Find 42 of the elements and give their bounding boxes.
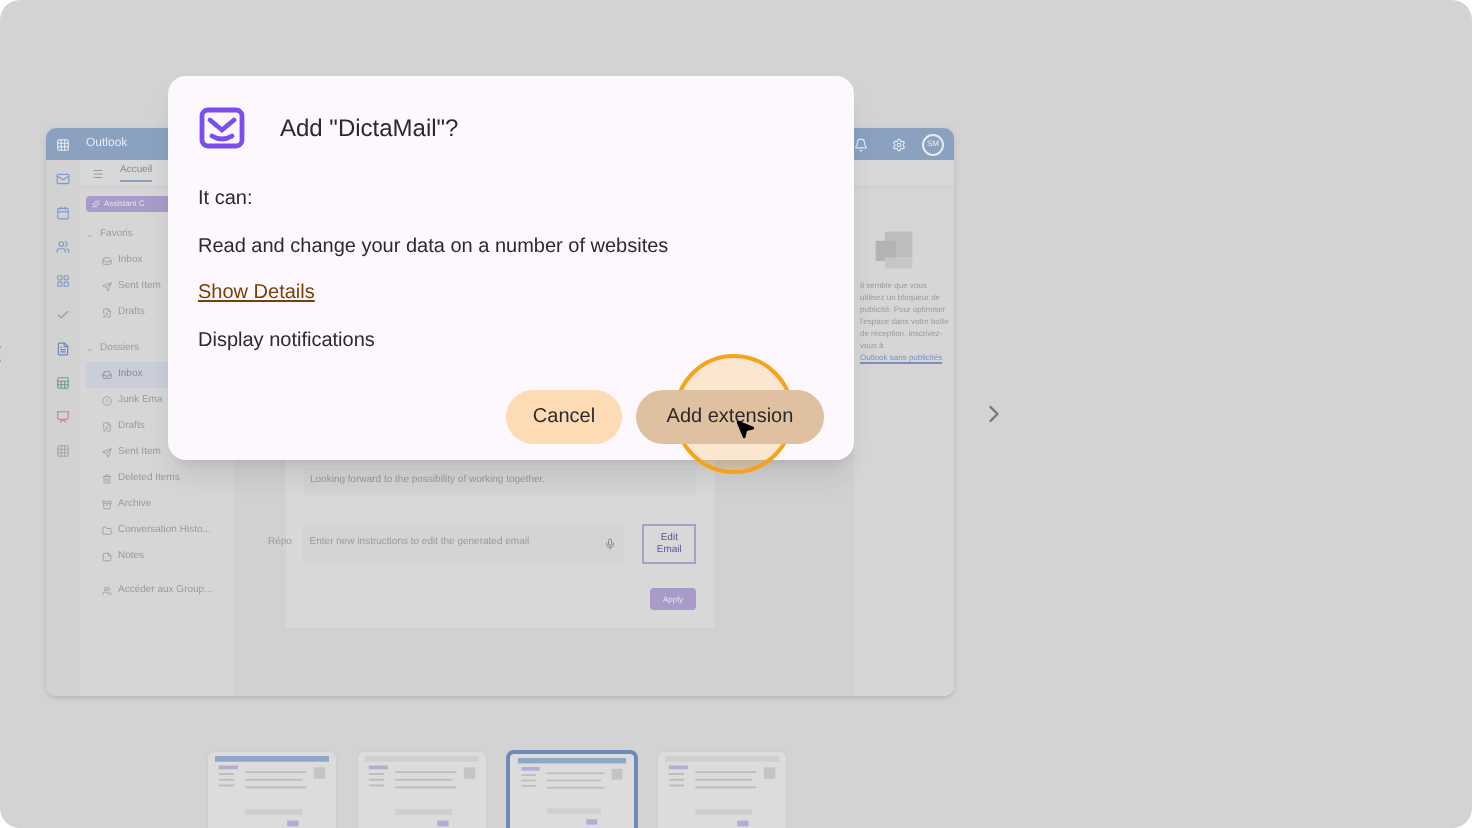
- mail-icon[interactable]: [56, 172, 70, 186]
- thumbnail-drawing: [662, 756, 782, 828]
- menu-icon[interactable]: [92, 167, 104, 179]
- envelope-icon: [198, 104, 246, 152]
- microphone-icon[interactable]: [604, 538, 617, 550]
- slide-thumbnail[interactable]: [206, 750, 338, 828]
- thumbnail-drawing: [212, 756, 332, 828]
- dialog-title: Add "DictaMail"?: [280, 112, 459, 146]
- send-icon: [102, 448, 112, 458]
- add-extension-button[interactable]: Add extension: [636, 390, 824, 444]
- grid-icon[interactable]: [56, 444, 70, 458]
- people-icon: [102, 586, 112, 596]
- spreadsheet-icon[interactable]: [56, 376, 70, 390]
- document-icon[interactable]: [56, 342, 70, 356]
- send-icon: [102, 282, 112, 292]
- settings-icon[interactable]: [892, 137, 906, 151]
- archive-icon: [102, 500, 112, 510]
- bell-icon[interactable]: [854, 137, 868, 151]
- permission-text: Read and change your data on a number of websites: [198, 234, 671, 262]
- cancel-button[interactable]: Cancel: [506, 390, 622, 444]
- calendar-icon[interactable]: [56, 206, 70, 220]
- slide-thumbnail[interactable]: [656, 750, 788, 828]
- app-launcher-icon[interactable]: [56, 137, 70, 151]
- inbox-icon: [102, 256, 112, 266]
- thumbnail-drawing: [514, 758, 630, 828]
- apps-icon[interactable]: [56, 274, 70, 288]
- presentation-icon[interactable]: [56, 410, 70, 424]
- note-icon: [102, 552, 112, 562]
- thumbnail-drawing: [362, 756, 482, 828]
- inbox-icon: [102, 370, 112, 380]
- slide-thumbnail[interactable]: [356, 750, 488, 828]
- warning-icon: [102, 396, 112, 406]
- people-icon[interactable]: [56, 240, 70, 254]
- sparkle-icon: [92, 200, 100, 208]
- folder-icon: [102, 526, 112, 536]
- slide-thumbnail[interactable]: [506, 750, 638, 828]
- show-details-link[interactable]: Show Details: [198, 278, 315, 308]
- trash-icon: [102, 474, 112, 484]
- pencil-icon: [102, 422, 112, 432]
- check-icon[interactable]: [56, 308, 70, 322]
- pencil-icon: [102, 308, 112, 318]
- permission-text: Display notifications: [198, 328, 377, 356]
